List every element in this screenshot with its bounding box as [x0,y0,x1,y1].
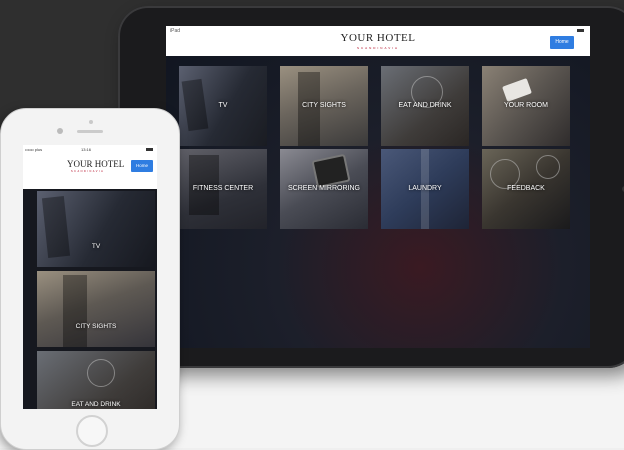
phone-camera [57,128,63,134]
tile-fitness-center[interactable]: FITNESS CENTER [179,149,267,229]
tile-laundry[interactable]: LAUNDRY [381,149,469,229]
tile-feedback[interactable]: FEEDBACK [482,149,570,229]
tile-label: CITY SIGHTS [75,323,117,330]
tile-city-sights[interactable]: CITY SIGHTS [37,271,155,347]
clock-label: 13:16 [81,147,92,152]
tablet-header: iPad YOUR HOTEL SCANDINAVIA Home [166,26,590,56]
battery-icon [146,148,153,151]
tile-your-room[interactable]: YOUR ROOM [482,66,570,146]
keycard-icon [502,78,532,102]
tile-eat-and-drink[interactable]: EAT AND DRINK [381,66,469,146]
hotel-logo: YOUR HOTEL [340,32,416,44]
tile-label: TV [91,243,101,250]
bubble-icon [536,155,560,179]
tile-label: EAT AND DRINK [398,102,452,109]
home-button[interactable]: Home [131,160,153,172]
tile-label: FITNESS CENTER [192,185,254,192]
glass-icon [87,359,115,387]
hotel-logo-subtitle: SCANDINAVIA [71,170,105,173]
tile-label: CITY SIGHTS [302,102,346,109]
tile-label: EAT AND DRINK [71,401,121,408]
hotel-logo: YOUR HOTEL [67,159,125,169]
phone-speaker [77,130,103,133]
tile-label: FEEDBACK [507,185,545,192]
home-button[interactable]: Home [550,36,574,49]
carrier-label: •••oo plus [25,147,43,152]
tower-silhouette [63,275,87,347]
tile-city-sights[interactable]: CITY SIGHTS [280,66,368,146]
tile-label: YOUR ROOM [504,102,548,109]
phone-tile-list: TV CITY SIGHTS EAT AND DRINK [23,189,157,409]
phone-device: •••oo plus 13:16 YOUR HOTEL SCANDINAVIA … [0,108,180,450]
phone-screen: •••oo plus 13:16 YOUR HOTEL SCANDINAVIA … [23,145,157,409]
tile-label: LAUNDRY [408,185,442,192]
tile-tv[interactable]: TV [179,66,267,146]
tablet-icon [311,153,351,189]
hotel-logo-subtitle: SCANDINAVIA [356,46,400,50]
tile-label: SCREEN MIRRORING [288,185,360,192]
phone-home-button[interactable] [76,415,108,447]
tower-silhouette [298,72,320,146]
tile-tv[interactable]: TV [37,191,155,267]
tile-label: TV [218,102,228,109]
tablet-screen: iPad YOUR HOTEL SCANDINAVIA Home TV CITY… [166,26,590,348]
phone-header: •••oo plus 13:16 YOUR HOTEL SCANDINAVIA … [23,145,157,189]
phone-sensor [89,120,93,124]
tile-eat-and-drink[interactable]: EAT AND DRINK [37,351,155,409]
tile-screen-mirroring[interactable]: SCREEN MIRRORING [280,149,368,229]
